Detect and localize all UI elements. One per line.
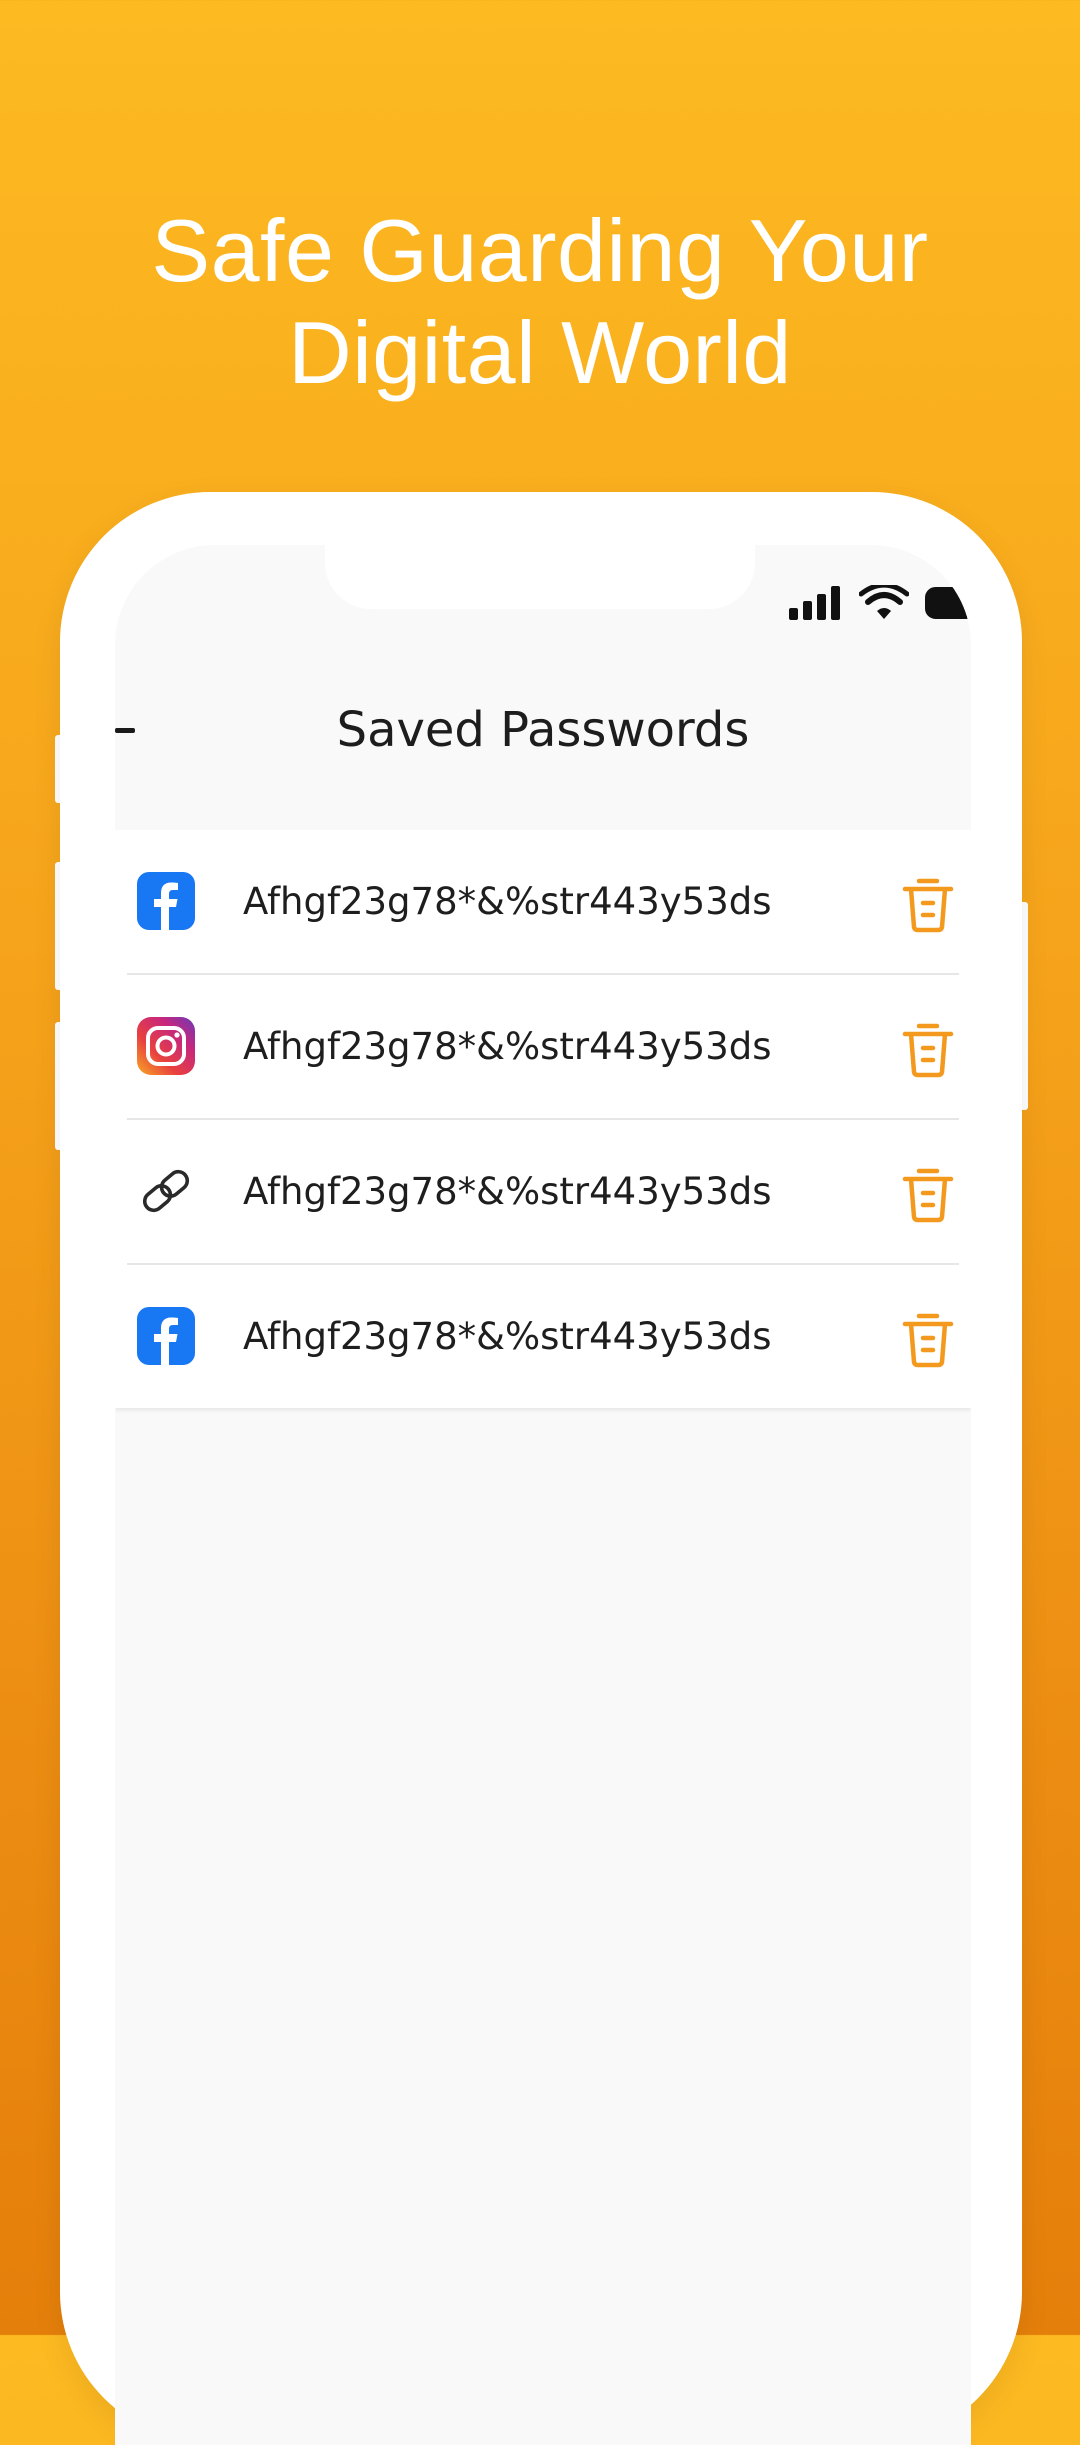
headline-line-2: Digital World [288,303,792,402]
password-value: Afhgf23g78*&%str443y53ds [243,1315,772,1358]
password-row[interactable]: Afhgf23g78*&%str443y53ds [127,975,959,1120]
phone-screen: Saved Passwords Afhgf23g78*&%str443y53ds [115,545,971,2445]
status-bar [789,583,971,623]
trash-icon[interactable] [897,1017,959,1079]
phone-notch [325,545,755,609]
password-row[interactable]: Afhgf23g78*&%str443y53ds [127,1265,959,1408]
facebook-icon [137,872,195,930]
page-title: Saved Passwords [336,702,750,758]
trash-icon[interactable] [897,1162,959,1224]
wifi-icon [859,585,909,619]
password-row[interactable]: Afhgf23g78*&%str443y53ds [127,1120,959,1265]
password-value: Afhgf23g78*&%str443y53ds [243,1170,772,1213]
link-icon [142,1169,190,1213]
password-value: Afhgf23g78*&%str443y53ds [243,1025,772,1068]
headline-line-1: Safe Guarding Your [151,201,929,300]
password-list: Afhgf23g78*&%str443y53ds Afhgf23g78*&%st… [115,830,971,1408]
headline: Safe Guarding Your Digital World [0,200,1080,404]
trash-icon[interactable] [897,1307,959,1369]
trash-icon[interactable] [897,872,959,934]
battery-icon [925,587,971,619]
facebook-icon [137,1307,195,1365]
app-bar: Saved Passwords [115,685,971,775]
instagram-icon [137,1017,195,1075]
password-value: Afhgf23g78*&%str443y53ds [243,880,772,923]
password-row[interactable]: Afhgf23g78*&%str443y53ds [127,830,959,975]
signal-icon [789,586,840,620]
